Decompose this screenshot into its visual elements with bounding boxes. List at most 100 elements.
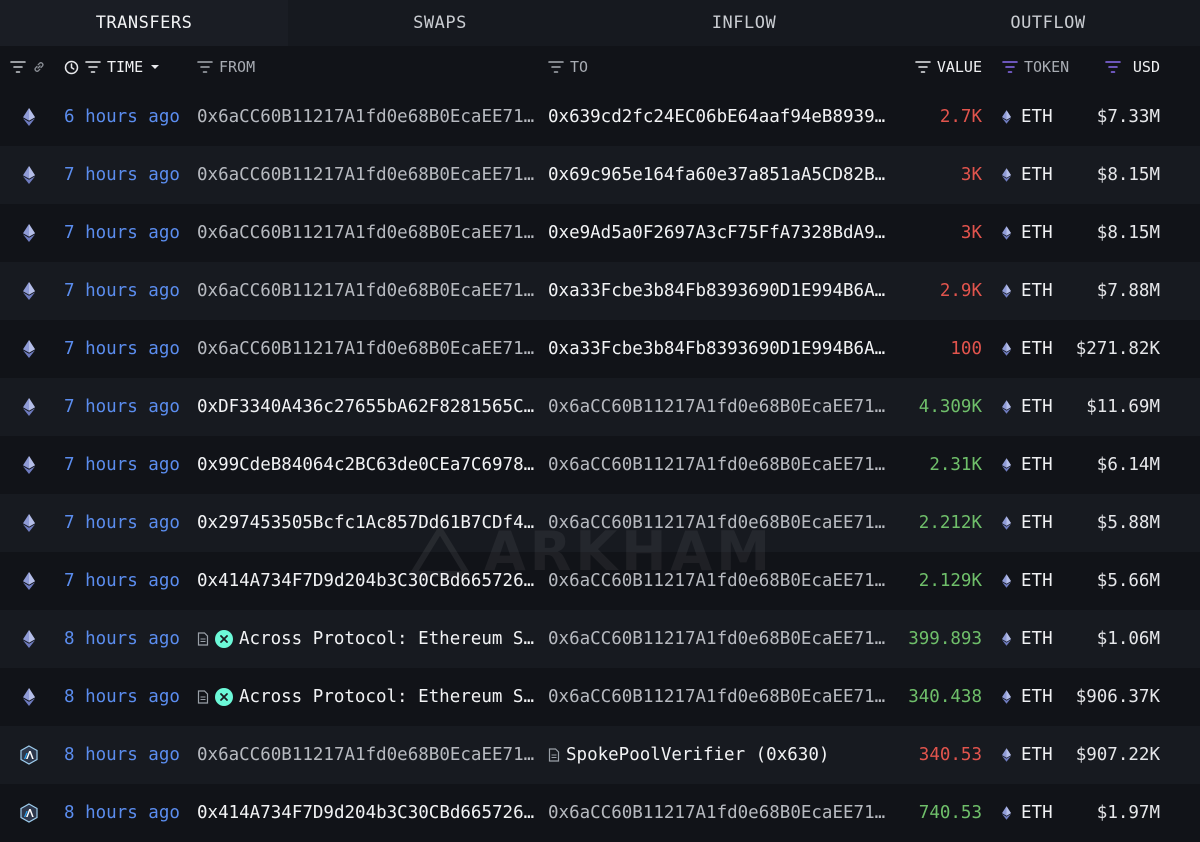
to-entity[interactable]: SpokePoolVerifier (0x630) [548,745,829,765]
token-cell[interactable]: ETH [990,629,1082,649]
token-cell[interactable]: ETH [990,281,1082,301]
table-row[interactable]: 7 hours ago 0x297453505Bcfc1Ac857Dd61B7C… [0,494,1200,552]
tab-swaps[interactable]: SWAPS [288,0,592,46]
token-cell[interactable]: ETH [990,223,1082,243]
tab-inflow[interactable]: INFLOW [592,0,896,46]
from-cell: 0x297453505Bcfc1Ac857Dd61B7CDf4… [191,513,548,533]
time-link[interactable]: 8 hours ago [58,629,191,649]
time-link[interactable]: 8 hours ago [58,803,191,823]
token-cell[interactable]: ETH [990,455,1082,475]
filter-icon[interactable] [197,61,213,73]
table-row[interactable]: 7 hours ago 0x6aCC60B11217A1fd0e68B0EcaE… [0,146,1200,204]
token-symbol: ETH [1021,223,1053,243]
token-cell[interactable]: ETH [990,803,1082,823]
table-row[interactable]: 7 hours ago 0x6aCC60B11217A1fd0e68B0EcaE… [0,320,1200,378]
from-cell: 0x414A734F7D9d204b3C30CBd665726… [191,803,548,823]
sort-desc-icon[interactable] [149,63,161,71]
table-row[interactable]: 7 hours ago 0x414A734F7D9d204b3C30CBd665… [0,552,1200,610]
table-row[interactable]: 8 hours ago Across Protocol: Ethereum S…… [0,610,1200,668]
to-address[interactable]: 0x69c965e164fa60e37a851aA5CD82B… [548,165,885,185]
token-cell[interactable]: ETH [990,687,1082,707]
filter-icon[interactable] [915,61,931,73]
ethereum-icon [23,340,35,358]
to-address[interactable]: 0x6aCC60B11217A1fd0e68B0EcaEE71… [548,397,885,417]
from-entity[interactable]: Across Protocol: Ethereum S… [197,629,534,649]
time-link[interactable]: 7 hours ago [58,223,191,243]
link-icon[interactable] [32,60,46,74]
time-link[interactable]: 8 hours ago [58,687,191,707]
table-row[interactable]: 6 hours ago 0x6aCC60B11217A1fd0e68B0EcaE… [0,88,1200,146]
value-cell: 2.129K [918,571,982,591]
header-to-label: TO [570,58,589,76]
to-address[interactable]: 0xe9Ad5a0F2697A3cF75FfA7328BdA9… [548,223,885,243]
table-row[interactable]: 7 hours ago 0x6aCC60B11217A1fd0e68B0EcaE… [0,204,1200,262]
from-address[interactable]: 0x6aCC60B11217A1fd0e68B0EcaEE71… [197,107,534,127]
from-address[interactable]: 0x6aCC60B11217A1fd0e68B0EcaEE71… [197,165,534,185]
from-address[interactable]: 0x99CdeB84064c2BC63de0CEa7C6978… [197,455,534,475]
table-row[interactable]: 8 hours ago 0x6aCC60B11217A1fd0e68B0EcaE… [0,726,1200,784]
from-entity[interactable]: Across Protocol: Ethereum S… [197,687,534,707]
from-address[interactable]: 0x414A734F7D9d204b3C30CBd665726… [197,571,534,591]
time-link[interactable]: 7 hours ago [58,165,191,185]
table-row[interactable]: 7 hours ago 0x99CdeB84064c2BC63de0CEa7C6… [0,436,1200,494]
to-address[interactable]: 0xa33Fcbe3b84Fb8393690D1E994B6A… [548,339,885,359]
from-address[interactable]: 0x6aCC60B11217A1fd0e68B0EcaEE71… [197,339,534,359]
header-value[interactable]: VALUE [886,58,990,76]
to-address[interactable]: 0x6aCC60B11217A1fd0e68B0EcaEE71… [548,571,885,591]
header-from[interactable]: FROM [191,58,548,76]
header-time[interactable]: TIME [58,58,191,76]
token-symbol: ETH [1021,745,1053,765]
table-row[interactable]: 8 hours ago 0x414A734F7D9d204b3C30CBd665… [0,784,1200,842]
filter-icon[interactable] [548,61,564,73]
token-cell[interactable]: ETH [990,745,1082,765]
to-address[interactable]: 0x6aCC60B11217A1fd0e68B0EcaEE71… [548,455,885,475]
filter-active-icon[interactable] [1002,61,1018,73]
from-address[interactable]: 0x6aCC60B11217A1fd0e68B0EcaEE71… [197,223,534,243]
table-row[interactable]: 7 hours ago 0x6aCC60B11217A1fd0e68B0EcaE… [0,262,1200,320]
header-usd[interactable]: USD [1082,58,1160,76]
token-cell[interactable]: ETH [990,107,1082,127]
filter-active-icon[interactable] [1105,61,1121,73]
across-protocol-icon [215,688,233,706]
time-link[interactable]: 8 hours ago [58,745,191,765]
from-entity-name: Across Protocol: Ethereum S… [239,629,535,649]
tab-transfers[interactable]: TRANSFERS [0,0,288,46]
ethereum-icon [1002,168,1011,182]
time-link[interactable]: 7 hours ago [58,281,191,301]
filter-icon[interactable] [85,61,101,73]
token-cell[interactable]: ETH [990,397,1082,417]
from-address[interactable]: 0x297453505Bcfc1Ac857Dd61B7CDf4… [197,513,534,533]
table-row[interactable]: 8 hours ago Across Protocol: Ethereum S…… [0,668,1200,726]
time-link[interactable]: 7 hours ago [58,339,191,359]
from-cell: 0x6aCC60B11217A1fd0e68B0EcaEE71… [191,223,548,243]
time-link[interactable]: 7 hours ago [58,571,191,591]
to-address[interactable]: 0x6aCC60B11217A1fd0e68B0EcaEE71… [548,803,885,823]
token-cell[interactable]: ETH [990,165,1082,185]
to-address[interactable]: 0x6aCC60B11217A1fd0e68B0EcaEE71… [548,687,885,707]
to-address[interactable]: 0x6aCC60B11217A1fd0e68B0EcaEE71… [548,513,885,533]
token-cell[interactable]: ETH [990,339,1082,359]
token-cell[interactable]: ETH [990,571,1082,591]
time-link[interactable]: 6 hours ago [58,107,191,127]
filter-icon[interactable] [10,61,26,73]
from-address[interactable]: 0xDF3340A436c27655bA62F8281565C… [197,397,534,417]
table-row[interactable]: 7 hours ago 0xDF3340A436c27655bA62F82815… [0,378,1200,436]
chain-cell [0,398,58,416]
header-token[interactable]: TOKEN [990,58,1082,76]
from-address[interactable]: 0x414A734F7D9d204b3C30CBd665726… [197,803,534,823]
from-address[interactable]: 0x6aCC60B11217A1fd0e68B0EcaEE71… [197,745,534,765]
time-link[interactable]: 7 hours ago [58,455,191,475]
ethereum-icon [23,514,35,532]
tab-outflow[interactable]: OUTFLOW [896,0,1200,46]
to-address[interactable]: 0x639cd2fc24EC06bE64aaf94eB8939… [548,107,885,127]
to-address[interactable]: 0xa33Fcbe3b84Fb8393690D1E994B6A… [548,281,885,301]
value-cell: 2.9K [939,281,982,301]
header-to[interactable]: TO [548,58,886,76]
token-symbol: ETH [1021,339,1053,359]
to-address[interactable]: 0x6aCC60B11217A1fd0e68B0EcaEE71… [548,629,885,649]
chain-cell [0,108,58,126]
time-link[interactable]: 7 hours ago [58,397,191,417]
time-link[interactable]: 7 hours ago [58,513,191,533]
token-cell[interactable]: ETH [990,513,1082,533]
from-address[interactable]: 0x6aCC60B11217A1fd0e68B0EcaEE71… [197,281,534,301]
